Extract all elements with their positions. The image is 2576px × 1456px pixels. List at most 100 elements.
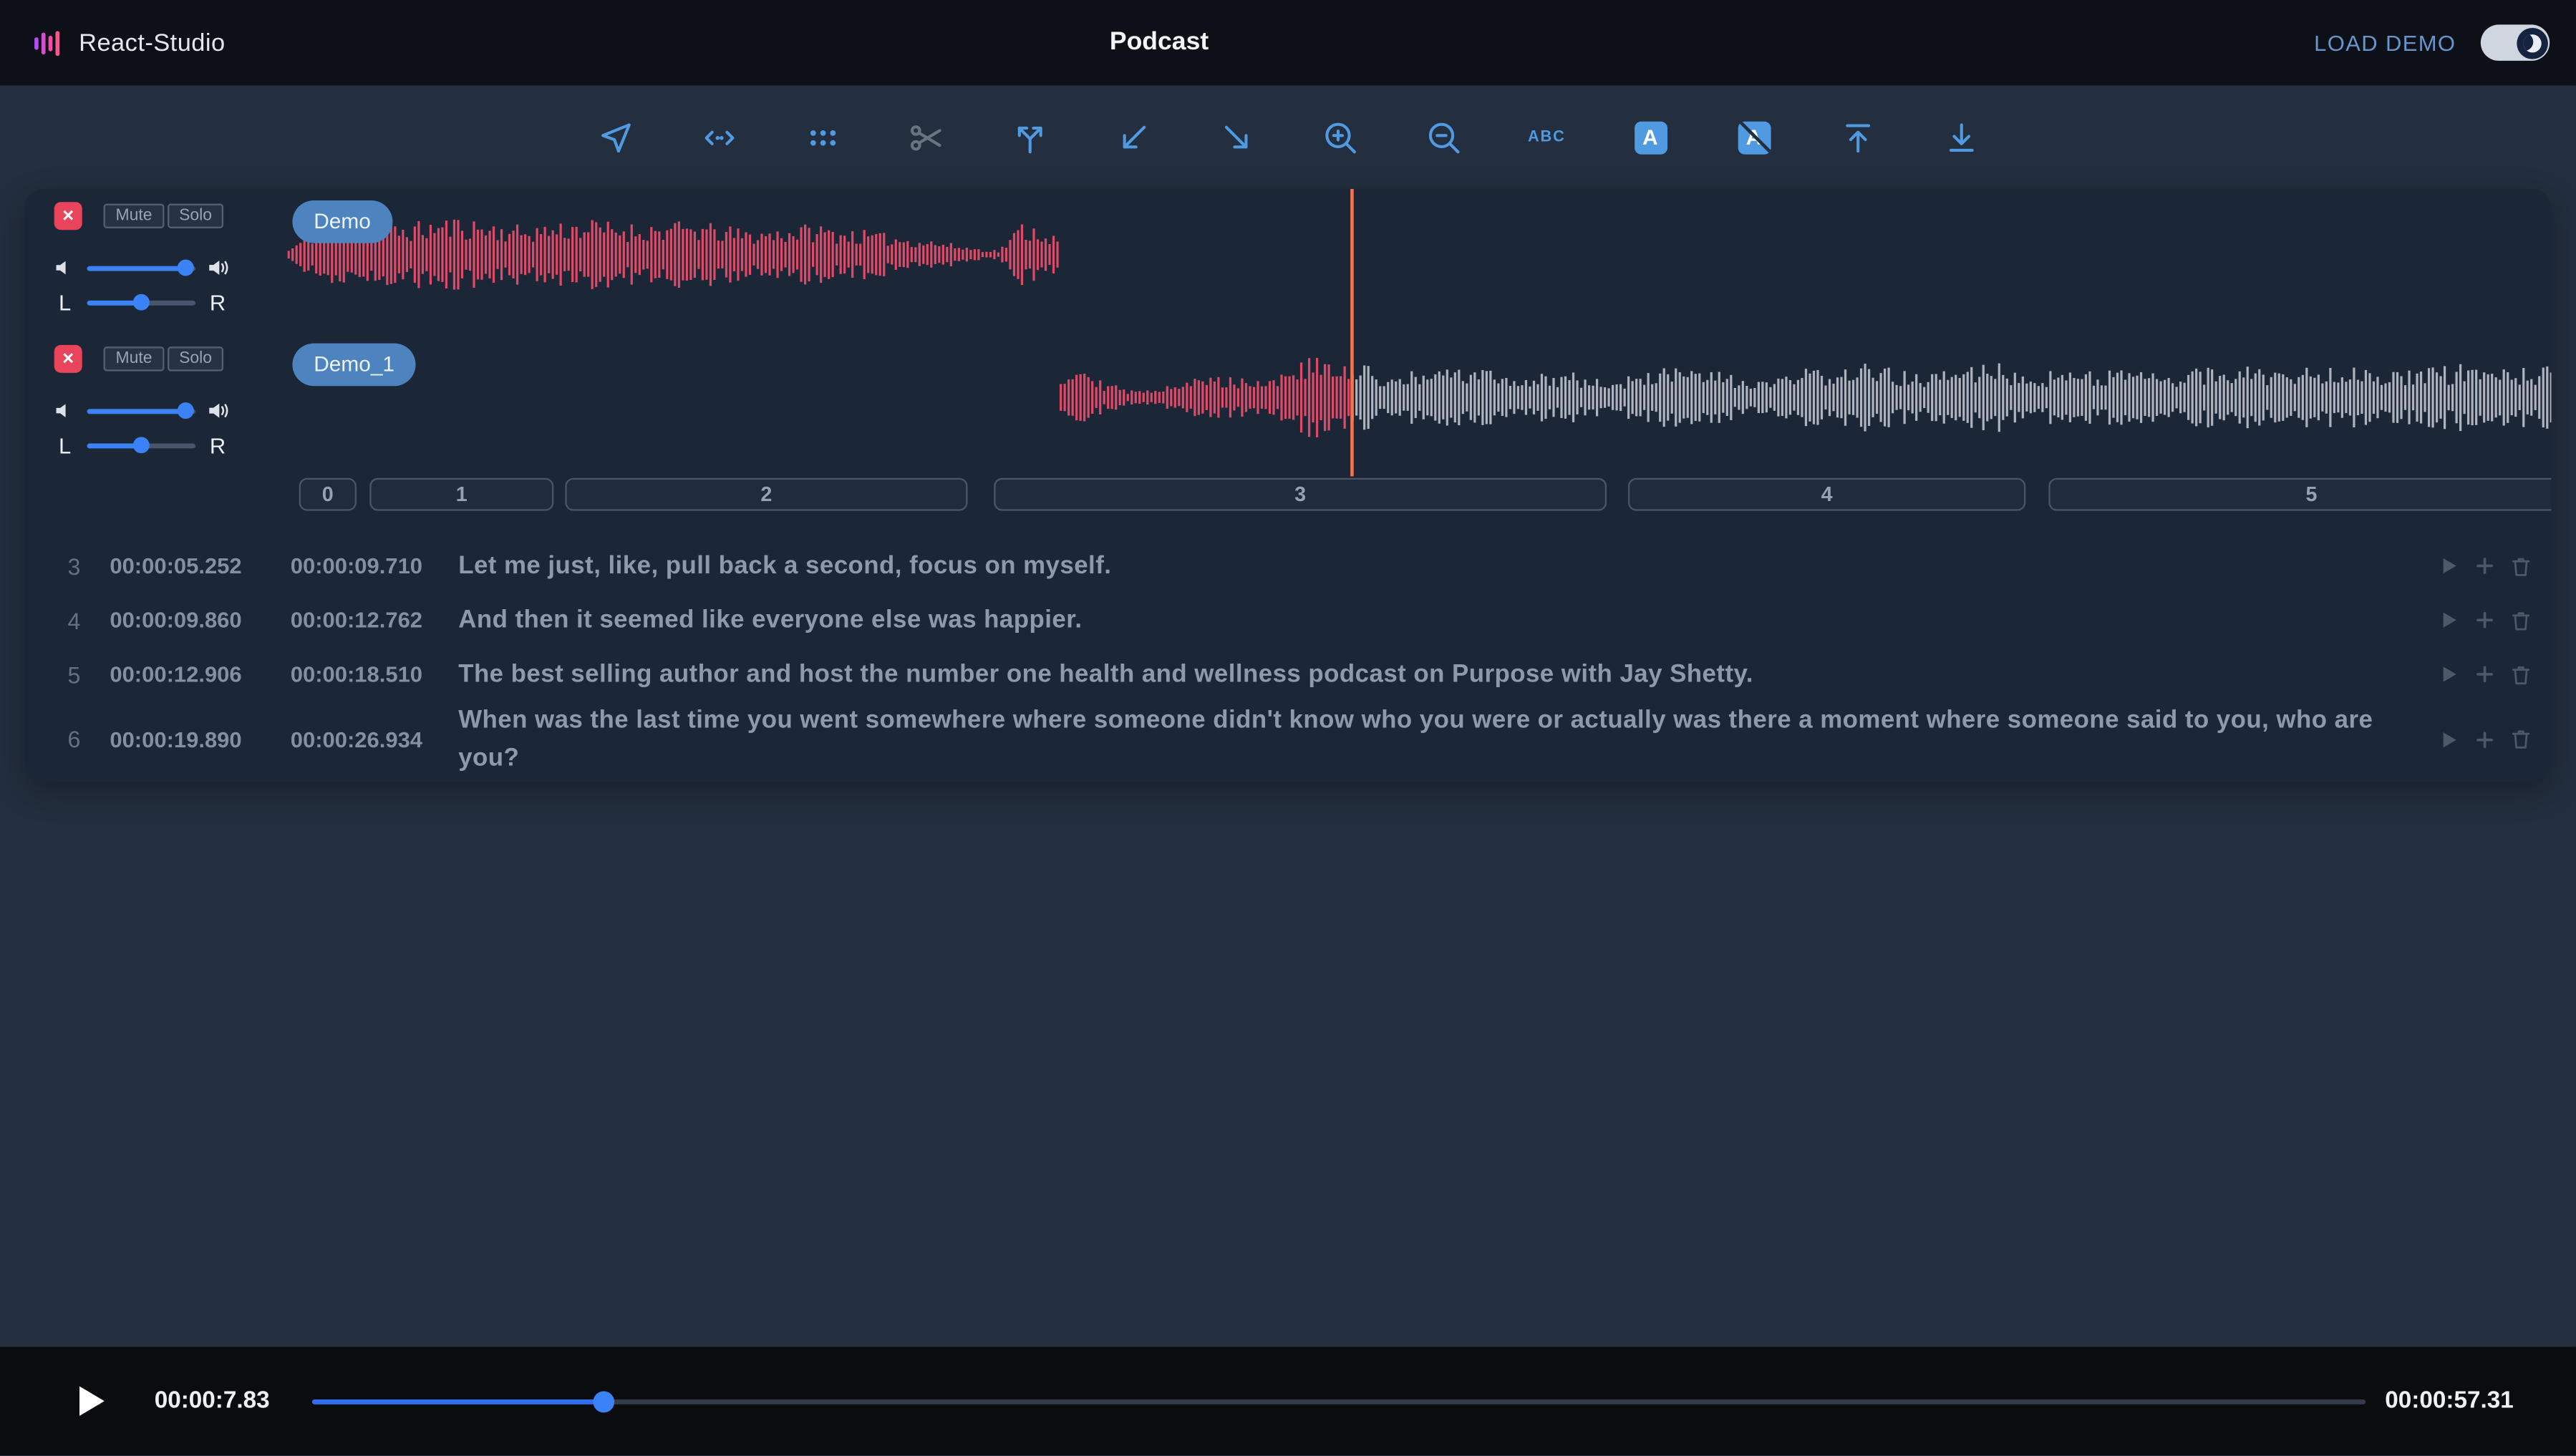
track-1-clip-label[interactable]: Demo <box>292 200 392 243</box>
upload-button[interactable] <box>1829 110 1885 165</box>
play-icon <box>2438 729 2459 750</box>
navigation-arrow-icon <box>596 117 635 157</box>
play-button[interactable] <box>76 1384 107 1418</box>
volume-high-icon <box>207 256 231 279</box>
fade-out-tool-button[interactable] <box>1209 110 1264 165</box>
zoom-out-icon <box>1423 117 1463 157</box>
segment-delete-button[interactable] <box>2510 728 2532 751</box>
moon-icon <box>2522 34 2540 52</box>
ruler-tick[interactable]: 3 <box>994 478 1607 511</box>
cut-tool-button[interactable] <box>898 110 954 165</box>
play-icon <box>76 1384 107 1418</box>
segment-delete-button[interactable] <box>2510 608 2532 631</box>
track-1-mute-button[interactable]: Mute <box>104 204 165 228</box>
load-demo-button[interactable]: LOAD DEMO <box>2314 30 2456 54</box>
ruler-tick[interactable]: 1 <box>369 478 553 511</box>
segment-text[interactable]: When was the last time you went somewher… <box>442 702 2421 777</box>
theme-toggle-knob <box>2516 27 2547 59</box>
volume-low-icon <box>54 256 76 279</box>
track-2-pan-slider[interactable] <box>87 435 195 455</box>
segment-play-button[interactable] <box>2438 729 2459 750</box>
track-1-volume-row <box>54 255 232 281</box>
segment-add-button[interactable] <box>2474 664 2496 685</box>
transcript-tool-button[interactable]: ABC <box>1519 110 1574 165</box>
zoom-in-button[interactable] <box>1312 110 1367 165</box>
captions-on-button[interactable]: A <box>1622 110 1678 165</box>
track-2-volume-slider[interactable] <box>87 401 195 421</box>
seek-slider[interactable] <box>312 1389 2366 1412</box>
transcript-row[interactable]: 4 00:00:09.860 00:00:12.762 And then it … <box>24 593 2551 647</box>
marker-spacing-tool-button[interactable] <box>691 110 747 165</box>
timeline-region[interactable]: Demo Demo_1 0 1 2 3 4 5 <box>288 189 2552 514</box>
theme-toggle[interactable] <box>2481 24 2550 60</box>
segment-text[interactable]: And then it seemed like everyone else wa… <box>442 601 2421 639</box>
segment-end-time: 00:00:26.934 <box>271 727 442 751</box>
zoom-out-button[interactable] <box>1415 110 1471 165</box>
grid-dots-icon <box>803 117 842 157</box>
trash-icon <box>2510 663 2532 686</box>
segment-start-time: 00:00:19.890 <box>80 727 271 751</box>
segment-actions <box>2421 663 2532 686</box>
segment-text[interactable]: The best selling author and host the num… <box>442 656 2421 694</box>
track-1-volume-slider[interactable] <box>87 258 195 278</box>
volume-high-icon <box>207 399 231 422</box>
toolbar: ABC A A <box>0 85 2576 189</box>
segment-actions <box>2421 728 2532 751</box>
play-icon <box>2438 609 2459 631</box>
ruler-tick[interactable]: 5 <box>2048 478 2551 511</box>
track-2-remove-button[interactable]: × <box>54 345 82 373</box>
track-2-clip-label[interactable]: Demo_1 <box>292 344 415 387</box>
track-2-mute-button[interactable]: Mute <box>104 346 165 371</box>
segment-play-button[interactable] <box>2438 664 2459 685</box>
track-1-waveform[interactable] <box>288 208 1060 300</box>
segment-index: 4 <box>44 607 80 634</box>
trash-icon <box>2510 608 2532 631</box>
play-icon <box>2438 555 2459 577</box>
segment-add-button[interactable] <box>2474 555 2496 577</box>
track-2-waveform[interactable] <box>1060 345 2551 450</box>
pan-right-label: R <box>207 290 228 314</box>
ruler-tick[interactable]: 4 <box>1628 478 2025 511</box>
captions-off-icon: A <box>1738 121 1771 154</box>
segment-text[interactable]: Let me just, like, pull back a second, f… <box>442 547 2421 585</box>
player-bar: 00:00:7.83 00:00:57.31 <box>0 1347 2576 1455</box>
transcript-row[interactable]: 6 00:00:19.890 00:00:26.934 When was the… <box>24 702 2551 777</box>
plus-icon <box>2474 555 2496 577</box>
navigate-tool-button[interactable] <box>587 110 643 165</box>
timeline-ruler: 0 1 2 3 4 5 <box>288 478 2552 514</box>
arrow-down-right-icon <box>1216 117 1256 157</box>
fade-in-tool-button[interactable] <box>1105 110 1161 165</box>
segment-add-button[interactable] <box>2474 609 2496 631</box>
brand-name: React-Studio <box>79 29 226 57</box>
track-1-remove-button[interactable]: × <box>54 202 82 230</box>
track-2-solo-button[interactable]: Solo <box>168 346 223 371</box>
captions-on-icon: A <box>1634 121 1667 154</box>
segment-add-button[interactable] <box>2474 729 2496 750</box>
grid-tool-button[interactable] <box>794 110 850 165</box>
track-1-solo-button[interactable]: Solo <box>168 204 223 228</box>
brand: React-Studio <box>33 0 226 85</box>
plus-icon <box>2474 729 2496 750</box>
track-2-pan-row: L R <box>54 430 228 460</box>
current-time: 00:00:7.83 <box>155 1388 270 1414</box>
editor-panel: × Mute Solo L <box>24 189 2551 782</box>
segment-delete-button[interactable] <box>2510 554 2532 577</box>
plus-icon <box>2474 664 2496 685</box>
transcript-row[interactable]: 5 00:00:12.906 00:00:18.510 The best sel… <box>24 647 2551 702</box>
split-tool-button[interactable] <box>1002 110 1057 165</box>
abc-text-icon: ABC <box>1528 128 1566 146</box>
track-1-pan-slider[interactable] <box>87 292 195 312</box>
segment-delete-button[interactable] <box>2510 663 2532 686</box>
download-button[interactable] <box>1933 110 1989 165</box>
segment-play-button[interactable] <box>2438 609 2459 631</box>
transcript-row[interactable]: 3 00:00:05.252 00:00:09.710 Let me just,… <box>24 539 2551 593</box>
ruler-tick[interactable]: 2 <box>565 478 967 511</box>
ruler-tick[interactable]: 0 <box>299 478 357 511</box>
segment-play-button[interactable] <box>2438 555 2459 577</box>
captions-off-button[interactable]: A <box>1725 110 1781 165</box>
track-1-controls: × Mute Solo L <box>41 200 284 332</box>
segment-start-time: 00:00:09.860 <box>80 608 271 632</box>
segment-actions <box>2421 554 2532 577</box>
pan-left-label: L <box>54 290 76 314</box>
playhead[interactable] <box>1350 189 1353 477</box>
